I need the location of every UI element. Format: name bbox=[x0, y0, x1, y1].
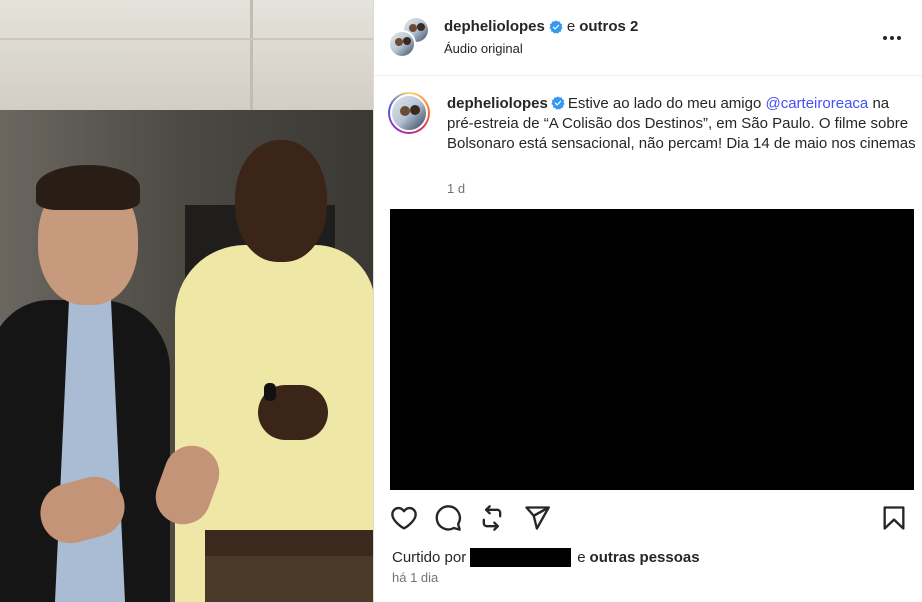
redacted-username bbox=[470, 548, 572, 567]
comment-icon[interactable] bbox=[434, 504, 462, 532]
likes-prefix: Curtido por bbox=[392, 549, 467, 566]
caption-body-start: Estive ao lado do meu amigo bbox=[567, 95, 762, 112]
post-timestamp: há 1 dia bbox=[392, 570, 439, 585]
likes-and-text: e bbox=[577, 549, 586, 566]
caption-avatar[interactable] bbox=[388, 92, 430, 134]
header-others-link[interactable]: outros 2 bbox=[579, 18, 638, 35]
bookmark-icon[interactable] bbox=[880, 504, 908, 532]
embedded-media-placeholder bbox=[390, 209, 914, 490]
likes-summary: Curtido por e outras pessoas bbox=[392, 548, 700, 567]
audio-link[interactable]: Áudio original bbox=[444, 41, 523, 56]
verified-badge-icon bbox=[549, 19, 563, 34]
caption-username[interactable]: depheliolopes bbox=[447, 95, 548, 112]
caption-time[interactable]: 1 d bbox=[447, 181, 465, 196]
repost-icon[interactable] bbox=[478, 504, 506, 532]
avatar bbox=[388, 30, 416, 58]
header-and-text: e bbox=[566, 18, 576, 35]
send-icon[interactable] bbox=[523, 504, 551, 532]
likes-others-link[interactable]: outras pessoas bbox=[590, 549, 700, 566]
post-details-panel: depheliolopes e outros 2 Áudio original … bbox=[374, 0, 922, 602]
caption-mention-link[interactable]: @carteiroreaca bbox=[765, 95, 868, 112]
author-username[interactable]: depheliolopes bbox=[444, 18, 545, 35]
collab-avatars[interactable] bbox=[388, 16, 432, 60]
post-video[interactable] bbox=[0, 0, 373, 602]
verified-badge-icon bbox=[551, 96, 565, 110]
microphone bbox=[264, 383, 276, 401]
more-options-icon[interactable] bbox=[880, 28, 904, 48]
video-scene-ceiling bbox=[0, 0, 373, 110]
post-header: depheliolopes e outros 2 Áudio original bbox=[374, 0, 922, 76]
action-bar bbox=[390, 504, 910, 532]
header-authors: depheliolopes e outros 2 bbox=[444, 18, 638, 35]
caption-text: depheliolopes Estive ao lado do meu amigo… bbox=[447, 94, 917, 154]
heart-icon[interactable] bbox=[390, 504, 418, 532]
